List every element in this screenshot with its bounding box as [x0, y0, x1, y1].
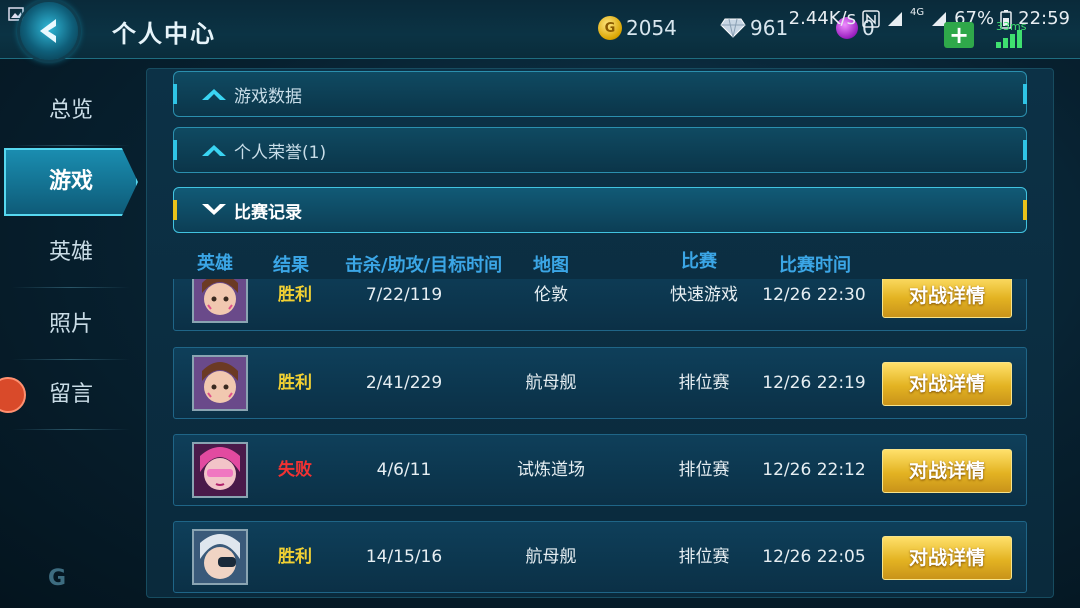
ping-bars-icon: [996, 30, 1022, 48]
back-button[interactable]: [20, 2, 78, 60]
map-value: 航母舰: [525, 373, 577, 393]
header-kda: 击杀/助攻/目标时间: [345, 255, 503, 276]
sidebar-item-overview[interactable]: 总览: [0, 76, 142, 146]
back-arrow-icon: [40, 19, 56, 43]
silver-hair-portrait-icon: [194, 531, 246, 583]
accordion-edge: [1023, 84, 1027, 104]
network-speed: 2.44K/s: [788, 8, 856, 29]
header-time: 比赛时间: [779, 255, 851, 276]
table-row[interactable]: 失败 4/6/11 试炼道场 排位赛 12/26 22:12 对战详情: [173, 434, 1027, 506]
match-details-button[interactable]: 对战详情: [882, 449, 1012, 493]
gold-balance: G 2054: [598, 14, 677, 42]
mode-value: 排位赛: [678, 373, 730, 393]
map-value: 航母舰: [525, 547, 577, 567]
nfc-icon: [862, 9, 880, 28]
map-value: 试炼道场: [517, 460, 585, 480]
accordion-edge: [1023, 140, 1027, 160]
chevron-down-icon: [202, 204, 226, 215]
sidebar: 总览 游戏 英雄 照片 留言: [0, 66, 142, 608]
system-status: 2.44K/s 4G 67% 22:59: [788, 7, 1070, 29]
sidebar-item-heroes[interactable]: 英雄: [0, 218, 142, 288]
sidebar-item-game[interactable]: 游戏: [4, 148, 138, 216]
content-panel: 游戏数据 个人荣誉(1) 比赛记录 英雄 结果 击杀/助攻/目标时间 地图 比赛…: [146, 68, 1054, 598]
chevron-up-icon: [202, 145, 226, 156]
divider: [12, 287, 130, 288]
mode-value: 快速游戏: [670, 285, 738, 305]
divider: [12, 145, 130, 146]
page-title: 个人中心: [112, 20, 216, 48]
kda-value: 7/22/119: [365, 285, 443, 305]
hero-avatar: [192, 279, 248, 323]
section-label: 比赛记录: [234, 202, 302, 223]
section-match-records[interactable]: 比赛记录: [173, 187, 1027, 233]
kda-value: 2/41/229: [365, 373, 443, 393]
table-row[interactable]: 胜利 14/15/16 航母舰 排位赛 12/26 22:05 对战详情: [173, 521, 1027, 593]
gold-coin-icon: G: [598, 16, 622, 40]
table-row[interactable]: 胜利 7/22/119 伦敦 快速游戏 12/26 22:30 对战详情: [173, 279, 1027, 331]
accordion-edge: [173, 140, 177, 160]
dva-portrait-icon: [194, 357, 246, 409]
diamond-amount: 961: [750, 16, 789, 40]
header-result: 结果: [273, 255, 309, 276]
table-header: 英雄 结果 击杀/助攻/目标时间 地图 比赛 比赛时间: [147, 245, 1053, 281]
time-value: 12/26 22:12: [762, 460, 866, 480]
network-type: 4G: [909, 7, 925, 18]
section-honors[interactable]: 个人荣誉(1): [173, 127, 1027, 173]
hero-avatar: [192, 442, 248, 498]
add-currency-button[interactable]: +: [944, 22, 974, 48]
chevron-up-icon: [202, 89, 226, 100]
sidebar-item-label: 总览: [48, 98, 93, 123]
match-details-button[interactable]: 对战详情: [882, 536, 1012, 580]
section-label: 个人荣誉(1): [234, 142, 327, 163]
header-map: 地图: [533, 255, 569, 276]
header-hero: 英雄: [197, 253, 233, 274]
mode-value: 排位赛: [678, 547, 730, 567]
match-list[interactable]: 胜利 7/22/119 伦敦 快速游戏 12/26 22:30 对战详情 胜利 …: [147, 279, 1053, 597]
top-bar: 个人中心 G 2054 961 0 2.44K/s 4G 67% 22:59 +…: [0, 0, 1080, 60]
result-value: 失败: [278, 460, 312, 480]
sidebar-item-label: 留言: [48, 382, 93, 407]
accordion-edge: [173, 200, 177, 220]
sidebar-item-label: 英雄: [48, 240, 93, 265]
time-value: 12/26 22:19: [762, 373, 866, 393]
gold-amount: 2054: [626, 16, 677, 40]
result-value: 胜利: [278, 373, 312, 393]
mode-value: 排位赛: [678, 460, 730, 480]
sidebar-item-label: 照片: [48, 312, 93, 337]
signal-icon: [887, 11, 902, 26]
table-row[interactable]: 胜利 2/41/229 航母舰 排位赛 12/26 22:19 对战详情: [173, 347, 1027, 419]
kda-value: 4/6/11: [376, 460, 432, 480]
match-details-button[interactable]: 对战详情: [882, 362, 1012, 406]
time-value: 12/26 22:05: [762, 547, 866, 567]
game-logo-icon: G: [48, 566, 67, 591]
match-details-button[interactable]: 对战详情: [882, 279, 1012, 318]
hero-avatar: [192, 529, 248, 585]
time-value: 12/26 22:30: [762, 285, 866, 305]
header-mode: 比赛: [681, 251, 717, 272]
hero-avatar: [192, 355, 248, 411]
section-game-data[interactable]: 游戏数据: [173, 71, 1027, 117]
result-value: 胜利: [278, 285, 312, 305]
accordion-edge: [173, 84, 177, 104]
result-value: 胜利: [278, 547, 312, 567]
accordion-edge: [1023, 200, 1027, 220]
kda-value: 14/15/16: [365, 547, 443, 567]
map-value: 伦敦: [534, 285, 568, 305]
diamond-balance: 961: [720, 14, 788, 42]
dva-portrait-icon: [194, 279, 246, 321]
section-label: 游戏数据: [234, 86, 302, 107]
sidebar-item-label: 游戏: [48, 169, 93, 194]
divider: [12, 429, 130, 430]
sidebar-item-photos[interactable]: 照片: [0, 290, 142, 360]
diamond-icon: [720, 18, 746, 38]
pink-hair-portrait-icon: [194, 444, 246, 496]
